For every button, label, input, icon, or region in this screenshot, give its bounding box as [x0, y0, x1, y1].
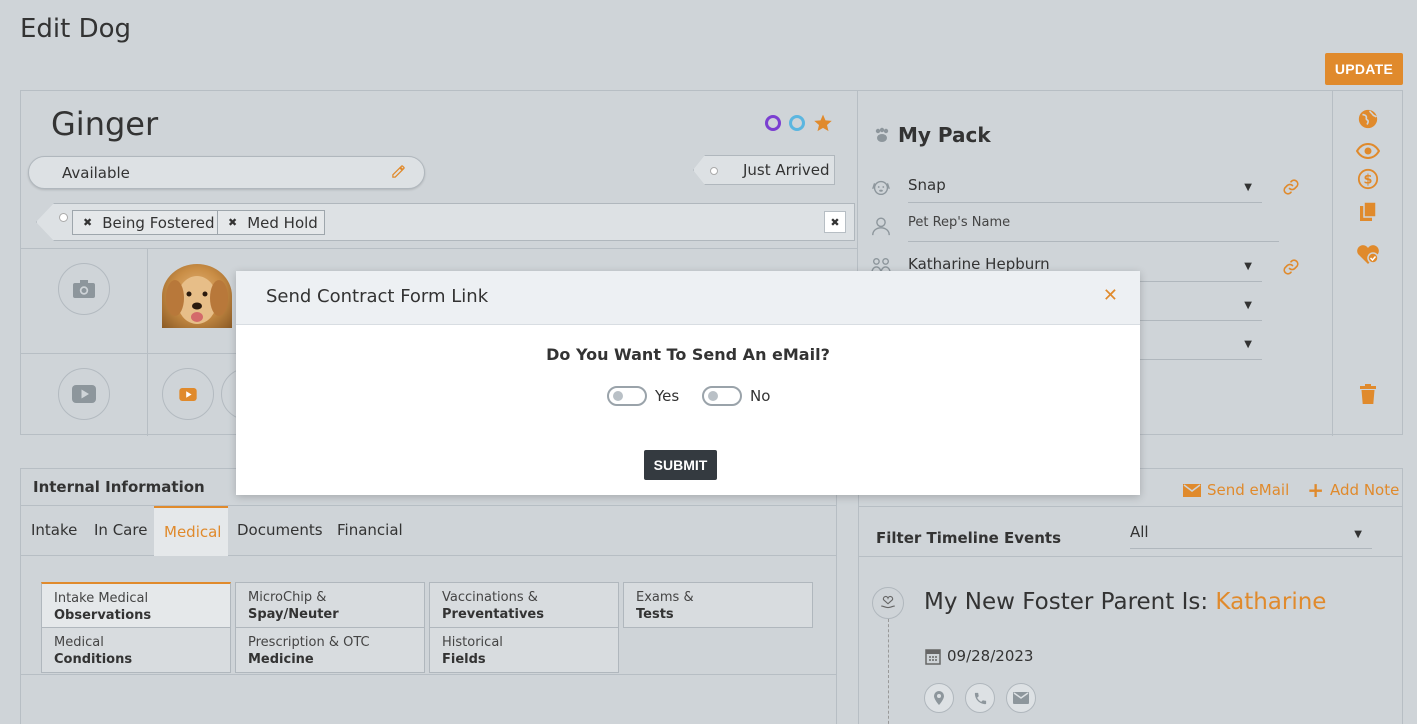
send-email-label: Send eMail: [1207, 481, 1290, 499]
pet-rep-field[interactable]: Pet Rep's Name: [870, 212, 1279, 242]
caret-down-icon: ▼: [1354, 529, 1362, 540]
email-icon[interactable]: [1006, 683, 1036, 713]
timeline-actions: Send eMail + Add Note: [1183, 478, 1399, 502]
remove-chip-icon[interactable]: ✖: [228, 216, 237, 229]
page-title: Edit Dog: [20, 14, 132, 44]
plus-icon: +: [1307, 478, 1325, 502]
heart-check-icon[interactable]: [1356, 242, 1380, 266]
subtab-exams[interactable]: Exams & Tests: [623, 582, 813, 628]
internal-information-card: Internal Information Intake In Care Medi…: [20, 468, 837, 724]
add-note-label: Add Note: [1330, 481, 1400, 499]
send-contract-modal: Send Contract Form Link ✕ Do You Want To…: [236, 271, 1140, 495]
purple-ring-icon[interactable]: [765, 115, 781, 131]
pack-title: My Pack: [874, 123, 991, 147]
hold-chip-label: Being Fostered: [102, 213, 215, 232]
no-toggle[interactable]: [702, 386, 742, 406]
hold-tags-bar: ✖ Being Fostered ✖ Med Hold ✖: [36, 203, 855, 241]
youtube-icon: [179, 387, 197, 401]
yes-label: Yes: [655, 387, 680, 405]
no-label: No: [750, 387, 771, 405]
subtab-intake-medical[interactable]: Intake Medical Observations: [41, 582, 231, 628]
tab-medical[interactable]: Medical: [154, 506, 228, 556]
phone-icon[interactable]: [965, 683, 995, 713]
modal-header: Send Contract Form Link ✕: [236, 271, 1140, 325]
no-toggle-group: No: [702, 386, 770, 406]
submit-button[interactable]: SUBMIT: [644, 450, 717, 480]
envelope-icon: [1183, 483, 1201, 497]
modal-title: Send Contract Form Link: [266, 286, 489, 307]
internal-title: Internal Information: [33, 478, 205, 496]
blue-ring-icon[interactable]: [789, 115, 805, 131]
hold-chip-med-hold[interactable]: ✖ Med Hold: [217, 210, 325, 235]
tab-in-care[interactable]: In Care: [84, 506, 157, 556]
timeline-card: Filter Timeline Events All ▼ My New Fost…: [858, 468, 1403, 724]
foster-parent-link[interactable]: Katharine: [1215, 589, 1326, 615]
heart-hand-icon: [872, 587, 904, 619]
dog-name: Ginger: [51, 105, 159, 143]
status-label: Available: [62, 164, 130, 182]
globe-icon[interactable]: [1356, 107, 1380, 131]
internal-tabs: Intake In Care Medical Documents Financi…: [21, 506, 836, 556]
tab-documents[interactable]: Documents: [227, 506, 333, 556]
timeline-event-title: My New Foster Parent Is: Katharine: [924, 589, 1327, 615]
update-button[interactable]: UPDATE: [1325, 53, 1403, 85]
subtab-vaccinations[interactable]: Vaccinations & Preventatives: [429, 582, 619, 628]
link-icon[interactable]: [1282, 258, 1300, 281]
dollar-icon[interactable]: $: [1356, 167, 1380, 191]
star-icon[interactable]: [813, 113, 833, 133]
timeline-event-date: 09/28/2023: [925, 647, 1033, 665]
link-icon[interactable]: [1282, 178, 1300, 201]
send-email-button[interactable]: Send eMail: [1183, 478, 1289, 502]
clear-holds-button[interactable]: ✖: [824, 211, 846, 233]
yes-toggle[interactable]: [607, 386, 647, 406]
camera-icon: [73, 280, 95, 298]
person-icon: [872, 217, 890, 236]
tag-dot: [710, 167, 718, 175]
hold-dot: [59, 213, 68, 222]
arrival-tag-label: Just Arrived: [743, 161, 830, 179]
caret-down-icon: ▼: [1244, 300, 1252, 311]
pack-title-text: My Pack: [898, 123, 991, 147]
pack-dog-value: Snap: [908, 176, 946, 194]
modal-question: Do You Want To Send An eMail?: [546, 345, 830, 364]
subtab-medical-conditions[interactable]: Medical Conditions: [41, 627, 231, 673]
filter-select[interactable]: All ▼: [1130, 523, 1372, 549]
youtube-icon: [72, 385, 96, 403]
subtab-prescription[interactable]: Prescription & OTC Medicine: [235, 627, 425, 673]
pack-dog-select[interactable]: Snap ▼: [870, 173, 1262, 203]
pet-rep-placeholder: Pet Rep's Name: [908, 215, 1011, 230]
add-photo-button[interactable]: [58, 263, 110, 315]
dog-photo[interactable]: [162, 264, 232, 328]
add-note-button[interactable]: + Add Note: [1307, 478, 1399, 502]
timeline-filter: Filter Timeline Events All ▼: [859, 506, 1402, 557]
filter-label: Filter Timeline Events: [876, 529, 1062, 547]
pencil-icon[interactable]: [391, 164, 406, 183]
video-thumbnail[interactable]: [162, 368, 214, 420]
hold-chip-being-fostered[interactable]: ✖ Being Fostered: [72, 210, 222, 235]
pack-icon: [875, 127, 889, 142]
caret-down-icon: ▼: [1244, 339, 1252, 350]
arrival-tag[interactable]: Just Arrived: [693, 155, 835, 185]
tab-financial[interactable]: Financial: [327, 506, 413, 556]
tab-intake[interactable]: Intake: [21, 506, 87, 556]
status-selector[interactable]: Available: [28, 156, 425, 189]
hold-chip-label: Med Hold: [247, 213, 318, 232]
subtab-historical[interactable]: Historical Fields: [429, 627, 619, 673]
copy-icon[interactable]: [1356, 200, 1380, 224]
svg-text:$: $: [1364, 173, 1373, 188]
status-indicators: [765, 113, 833, 133]
eye-icon[interactable]: [1356, 139, 1380, 163]
caret-down-icon: ▼: [1244, 182, 1252, 193]
yes-toggle-group: Yes: [607, 386, 679, 406]
caret-down-icon: ▼: [1244, 261, 1252, 272]
location-icon[interactable]: [924, 683, 954, 713]
filter-value: All: [1130, 523, 1149, 541]
trash-icon[interactable]: [1356, 382, 1380, 406]
subtab-microchip[interactable]: MicroChip & Spay/Neuter: [235, 582, 425, 628]
dog-face-icon: [872, 180, 890, 196]
remove-chip-icon[interactable]: ✖: [83, 216, 92, 229]
add-video-button[interactable]: [58, 368, 110, 420]
calendar-icon: [925, 649, 941, 665]
close-icon[interactable]: ✕: [1103, 285, 1118, 306]
